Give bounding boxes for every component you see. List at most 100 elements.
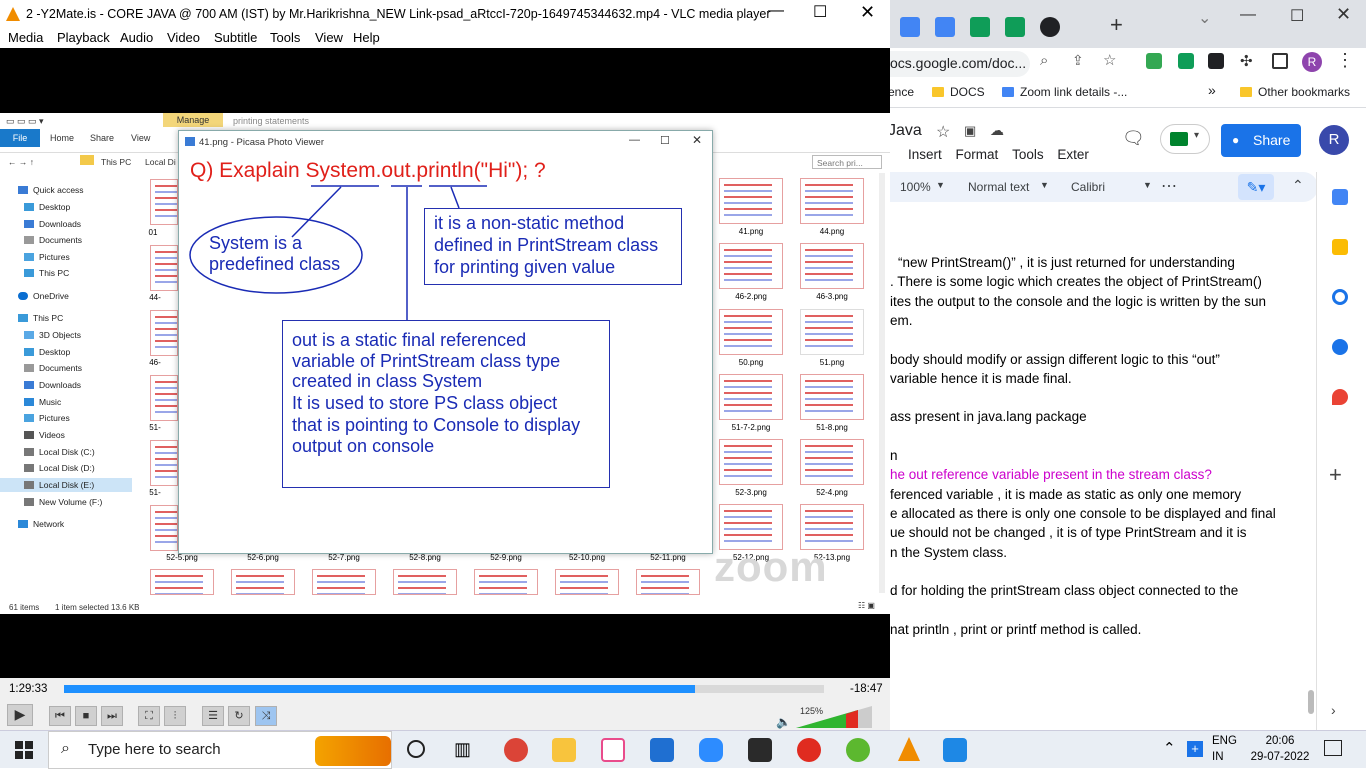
- zoom-taskbar-icon[interactable]: [699, 738, 723, 762]
- scrollbar[interactable]: [879, 173, 885, 593]
- thumbnail[interactable]: [150, 245, 178, 291]
- scrollbar[interactable]: [1308, 690, 1314, 714]
- menu-insert[interactable]: Insert: [908, 147, 942, 162]
- thumbnail[interactable]: [150, 505, 178, 551]
- share-page-icon[interactable]: ⇪: [1072, 52, 1084, 69]
- nav-videos[interactable]: Videos: [24, 430, 65, 440]
- menu-audio[interactable]: Audio: [120, 30, 153, 45]
- bookmark-folder-docs[interactable]: DOCS: [932, 85, 985, 99]
- calendar-icon[interactable]: [1332, 189, 1348, 205]
- photos-taskbar-icon[interactable]: [943, 738, 967, 762]
- tray-app-icon[interactable]: +: [1187, 741, 1203, 757]
- nav-documents[interactable]: Documents: [24, 235, 82, 245]
- thumbnail[interactable]: [150, 375, 178, 421]
- contacts-icon[interactable]: [1332, 339, 1348, 355]
- thumbnail[interactable]: [231, 569, 295, 595]
- notifications-icon[interactable]: [1324, 740, 1342, 756]
- thumbnail[interactable]: [800, 374, 864, 420]
- address-bar[interactable]: ocs.google.com/doc...: [888, 51, 1030, 77]
- seek-bar[interactable]: [64, 685, 824, 693]
- menu-help[interactable]: Help: [353, 30, 380, 45]
- file-explorer-taskbar-icon[interactable]: [552, 738, 576, 762]
- extension-icon[interactable]: [1178, 53, 1194, 69]
- view-toggle-icon[interactable]: ☷ ▣: [858, 601, 875, 610]
- nav-desktop[interactable]: Desktop: [24, 202, 70, 212]
- windows-start-icon[interactable]: [15, 741, 33, 759]
- nav-volume-f[interactable]: New Volume (F:): [24, 497, 102, 507]
- puzzle-icon[interactable]: ✣: [1240, 52, 1253, 70]
- maximize-icon[interactable]: ☐: [660, 134, 670, 147]
- speaker-icon[interactable]: 🔈: [776, 715, 791, 729]
- thumbnail[interactable]: [636, 569, 700, 595]
- nav-onedrive[interactable]: OneDrive: [18, 291, 69, 301]
- zoom-icon[interactable]: ⌕: [1040, 52, 1048, 69]
- nav-disk-c[interactable]: Local Disk (C:): [24, 447, 95, 457]
- explorer-search-input[interactable]: Search pri...: [812, 155, 882, 169]
- move-icon[interactable]: ▣: [964, 123, 976, 139]
- docs-tab-icon[interactable]: [900, 17, 920, 37]
- menu-tools[interactable]: Tools: [270, 30, 300, 45]
- thumbnail[interactable]: [719, 309, 783, 355]
- other-bookmarks[interactable]: Other bookmarks: [1240, 85, 1350, 99]
- stop-button[interactable]: ■: [75, 706, 97, 726]
- bookmark-item[interactable]: ence: [888, 85, 914, 99]
- nav-pictures[interactable]: Pictures: [24, 252, 70, 262]
- menu-extensions[interactable]: Exter: [1057, 147, 1089, 162]
- nav-3dobjects[interactable]: 3D Objects: [24, 330, 81, 340]
- thumbnail[interactable]: [150, 440, 178, 486]
- language-indicator[interactable]: ENG IN: [1212, 733, 1237, 765]
- minimize-icon[interactable]: —: [629, 134, 640, 146]
- zoom-select[interactable]: 100%: [900, 180, 931, 194]
- cortana-icon[interactable]: [407, 740, 425, 758]
- account-avatar[interactable]: R: [1319, 125, 1349, 155]
- eclipse-taskbar-icon[interactable]: [846, 738, 870, 762]
- nav-thispc-quick[interactable]: This PC: [24, 268, 69, 278]
- menu-playback[interactable]: Playback: [57, 30, 110, 45]
- nav-network[interactable]: Network: [18, 519, 64, 529]
- minimize-icon[interactable]: —: [1240, 6, 1256, 24]
- elapsed-time[interactable]: 1:29:33: [9, 683, 47, 695]
- store-taskbar-icon[interactable]: [650, 738, 674, 762]
- thumbnail[interactable]: [719, 178, 783, 224]
- previous-button[interactable]: ⏮: [49, 706, 71, 726]
- nav-arrows-icon[interactable]: ← → ↑: [8, 157, 34, 167]
- bookmark-star-icon[interactable]: ☆: [1103, 51, 1116, 69]
- thumbnail[interactable]: [800, 439, 864, 485]
- thumbnail[interactable]: [800, 243, 864, 289]
- loop-button[interactable]: ↻: [228, 706, 250, 726]
- remaining-time[interactable]: -18:47: [850, 683, 883, 695]
- edit-mode-icon[interactable]: ✎▾: [1238, 174, 1274, 200]
- maximize-icon[interactable]: ☐: [813, 2, 827, 22]
- tab-share[interactable]: Share: [90, 133, 114, 143]
- maximize-icon[interactable]: ☐: [1290, 6, 1304, 26]
- nav-disk-d[interactable]: Local Disk (D:): [24, 463, 95, 473]
- close-icon[interactable]: ✕: [860, 2, 875, 23]
- sidepanel-icon[interactable]: [1272, 53, 1288, 69]
- next-button[interactable]: ⏭: [101, 706, 123, 726]
- sheets-tab-icon[interactable]: [970, 17, 990, 37]
- style-select[interactable]: Normal text: [968, 180, 1029, 194]
- thumbnail[interactable]: [393, 569, 457, 595]
- nav-quick-access[interactable]: Quick access: [18, 185, 84, 195]
- thumbnail[interactable]: [800, 178, 864, 224]
- tab-file[interactable]: File: [0, 129, 40, 147]
- star-icon[interactable]: ☆: [936, 122, 950, 142]
- shuffle-button[interactable]: ⤨: [255, 706, 277, 726]
- nav-disk-e[interactable]: Local Disk (E:): [0, 478, 132, 492]
- sticky-notes-taskbar-icon[interactable]: [748, 738, 772, 762]
- tab-manage[interactable]: Manage: [163, 113, 223, 127]
- keep-icon[interactable]: [1332, 239, 1348, 255]
- extension-icon[interactable]: [1208, 53, 1224, 69]
- thumbnail[interactable]: [312, 569, 376, 595]
- menu-media[interactable]: Media: [8, 30, 43, 45]
- nav-documents2[interactable]: Documents: [24, 363, 82, 373]
- menu-tools[interactable]: Tools: [1012, 147, 1044, 162]
- nav-pictures2[interactable]: Pictures: [24, 413, 70, 423]
- thumbnail[interactable]: [150, 569, 214, 595]
- more-options-icon[interactable]: ⋯: [1161, 176, 1177, 196]
- show-hidden-icons[interactable]: ⌃: [1163, 739, 1176, 757]
- thumbnail[interactable]: [474, 569, 538, 595]
- new-tab-icon[interactable]: +: [1110, 12, 1123, 38]
- breadcrumb-thispc[interactable]: This PC: [101, 157, 131, 167]
- expand-panel-icon[interactable]: ›: [1331, 702, 1336, 718]
